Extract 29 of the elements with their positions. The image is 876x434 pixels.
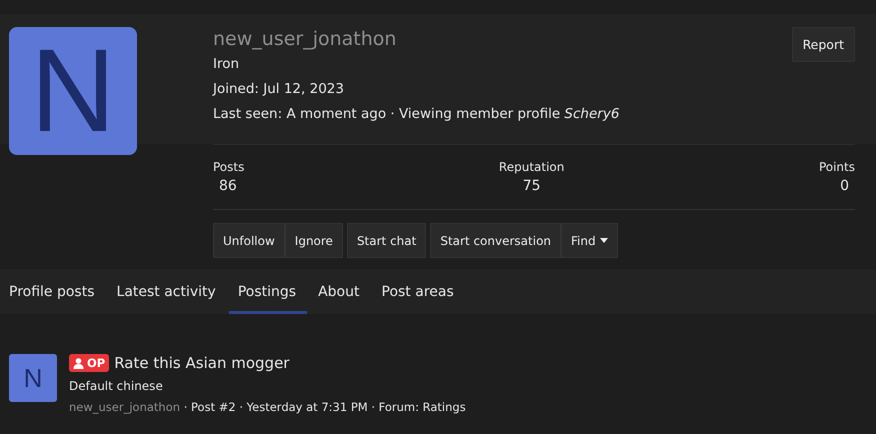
tab[interactable]: Postings [228,269,308,314]
tab[interactable]: Post areas [372,269,465,314]
user-rank: Iron [213,56,240,72]
tab[interactable]: Profile posts [0,269,106,314]
op-badge: OP [69,354,110,372]
author-link[interactable]: new_user_jonathon [69,400,180,414]
tab[interactable]: Latest activity [108,269,227,314]
stat-value: 86 [218,178,238,194]
action-button[interactable]: Start chat [346,223,426,258]
action-button[interactable]: Unfollow [213,223,285,258]
post-meta: new_user_jonathon · Post #2 · Yesterday at 7:31 PM · Forum: Ratings [69,400,466,414]
avatar: N [9,354,57,402]
stat-label: Posts [213,160,244,174]
action-button[interactable]: Ignore [284,223,343,258]
stat-label: Reputation [498,160,564,174]
user-icon [73,358,84,368]
stat-value: 75 [522,178,542,194]
joined-date: Joined: Jul 12, 2023 [213,81,345,97]
report-button[interactable]: Report [792,27,855,62]
avatar: N [9,27,137,155]
dropdown-button[interactable]: Find [561,223,618,258]
stat-label: Points [818,160,855,174]
thread-title[interactable]: Rate this Asian mogger [114,354,290,372]
post-snippet: Default chinese [69,379,164,393]
tab[interactable]: About [309,269,370,314]
last-seen: Last seen: A moment ago · Viewing member profile Schery6 [213,106,620,122]
stat-value: 0 [839,178,850,194]
action-button[interactable]: Start conversation [430,223,562,258]
username: new_user_jonathon [213,28,396,50]
